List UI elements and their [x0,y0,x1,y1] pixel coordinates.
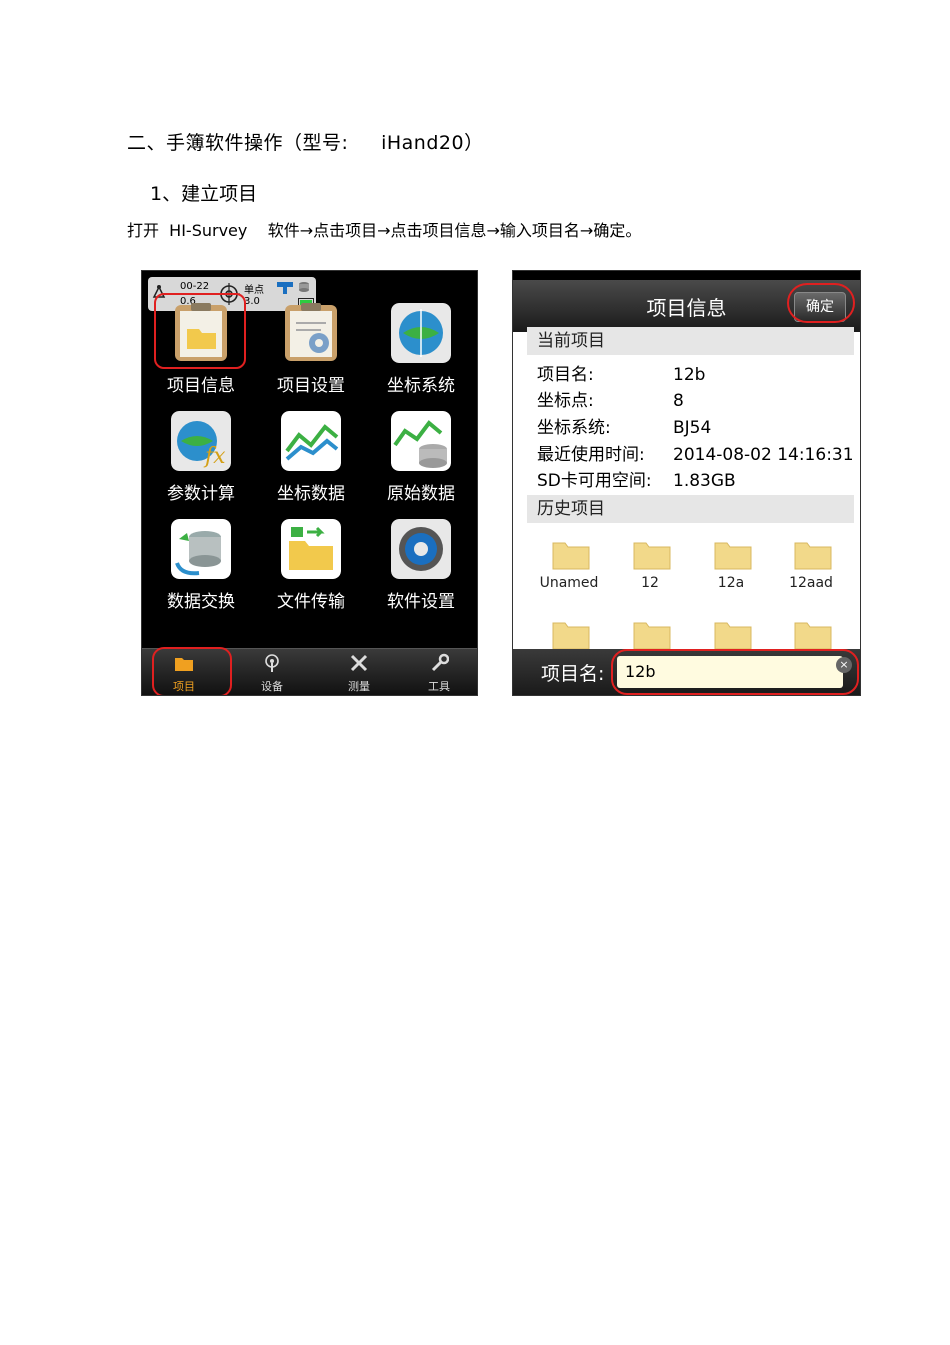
status-text-1: 00-22 [180,281,210,292]
history-header: 历史项目 [527,495,854,523]
info-value: 1.83GB [673,471,736,491]
folder-icon [794,622,832,650]
highlight-project-info [154,293,246,369]
tile-coordinate-data[interactable]: 坐标数据 [256,411,366,519]
tile-parameter-calc[interactable]: fx 参数计算 [146,411,256,519]
tile-software-settings[interactable]: 软件设置 [366,519,476,627]
history-project[interactable]: Unamed [529,537,609,597]
tile-label: 文件传输 [277,592,345,612]
subsection-heading: 1、建立项目 [150,183,258,205]
folder-icon [633,542,671,570]
tile-label: 软件设置 [387,592,455,612]
history-project-name: Unamed [539,575,599,591]
highlight-project-tab [152,647,232,695]
antenna-icon [265,654,279,672]
tile-label: 原始数据 [387,484,455,504]
info-key: 坐标点: [537,391,594,411]
coordinate-data-icon [281,411,341,471]
info-key: SD卡可用空间: [537,471,652,491]
highlight-confirm [787,283,855,323]
parameter-calc-icon: fx [171,411,231,471]
radio-icon [277,282,293,294]
main-menu-screen: 00-22 0.6 单点 3.0 项目信息 项目设置 坐标系统 fx 参数计算 … [141,270,478,696]
info-row-coord-system: 坐标系统: BJ54 [537,413,711,438]
tab-label: 测量 [348,680,370,693]
project-info-screen: 项目信息 确定 当前项目 项目名: 12b 坐标点: 8 坐标系统: BJ54 最近使… [512,270,861,696]
folder-icon [794,542,832,570]
info-row-last-used: 最近使用时间: 2014-08-02 14:16:31 [537,440,854,465]
tile-project-settings[interactable]: 项目设置 [256,303,366,411]
history-project[interactable]: 12 [610,537,690,597]
file-transfer-icon [281,519,341,579]
history-project[interactable]: 12aad [771,537,851,597]
tab-label: 工具 [428,680,450,693]
tab-survey[interactable]: 测量 [317,649,401,695]
info-value: BJ54 [673,418,712,438]
tab-label: 设备 [261,680,283,693]
tile-label: 项目设置 [277,376,345,396]
instruction-text: 打开 HI-Survey 软件→点击项目→点击项目信息→输入项目名→确定。 [127,221,642,240]
folder-icon [552,542,590,570]
tile-label: 参数计算 [167,484,235,504]
raw-data-icon [391,411,451,471]
section-heading: 二、手簿软件操作（型号: iHand20） [127,132,484,154]
wrench-icon [431,653,449,672]
status-mode: 单点 [244,285,264,296]
storage-icon [299,282,309,292]
history-project-name: 12a [717,575,745,591]
folder-icon [714,622,752,650]
tile-data-exchange[interactable]: 数据交换 [146,519,256,627]
system-status-bar [513,271,860,280]
project-settings-icon [285,303,337,361]
current-project-header: 当前项目 [527,327,854,355]
software-settings-icon [391,519,451,579]
svg-text:fx: fx [203,444,226,469]
info-value: 12b [673,365,706,385]
data-exchange-icon [171,519,231,579]
tile-label: 坐标数据 [277,484,345,504]
tile-raw-data[interactable]: 原始数据 [366,411,476,519]
folder-icon [552,622,590,650]
coordinate-system-icon [391,303,451,363]
info-value: 8 [673,391,684,411]
tile-label: 项目信息 [167,376,235,396]
tab-tools[interactable]: 工具 [397,649,477,695]
info-value: 2014-08-02 14:16:31 [673,445,854,465]
folder-icon [633,622,671,650]
tile-coordinate-system[interactable]: 坐标系统 [366,303,476,411]
tile-label: 坐标系统 [387,376,455,396]
info-key: 项目名: [537,365,594,385]
info-key: 最近使用时间: [537,445,645,465]
history-project-name: 12 [641,575,659,591]
history-project-name: 12aad [789,575,833,591]
tile-file-transfer[interactable]: 文件传输 [256,519,366,627]
project-name-label: 项目名: [541,663,605,685]
info-row-name: 项目名: 12b [537,360,705,385]
info-key: 坐标系统: [537,418,611,438]
highlight-name-input [611,649,859,695]
tile-label: 数据交换 [167,592,235,612]
survey-tools-icon [350,654,368,672]
history-project[interactable]: 12a [691,537,771,597]
tab-device[interactable]: 设备 [230,649,314,695]
folder-icon [714,542,752,570]
info-row-sd-space: SD卡可用空间: 1.83GB [537,466,736,491]
info-row-points: 坐标点: 8 [537,386,684,411]
